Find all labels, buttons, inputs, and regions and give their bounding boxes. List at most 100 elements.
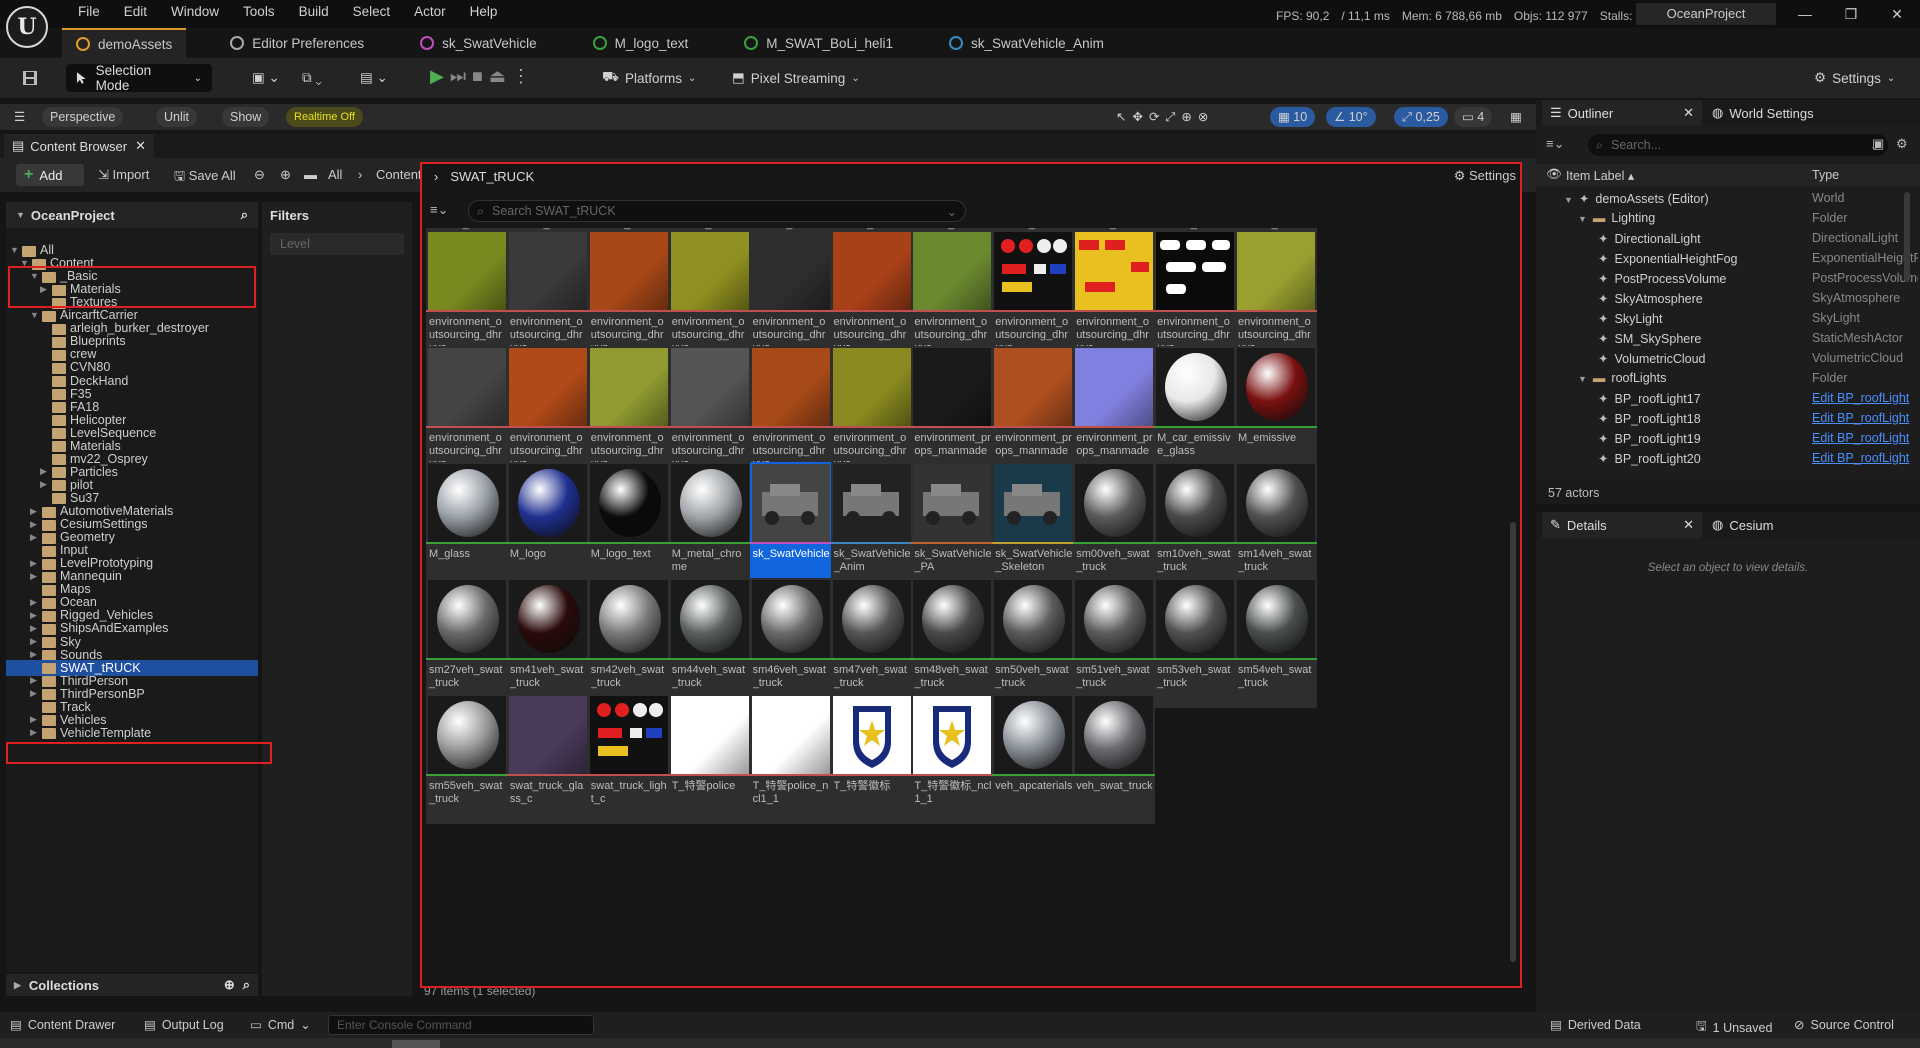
outliner-row[interactable]: ✦ SkyLight SkyLight bbox=[1536, 308, 1920, 328]
outliner-row[interactable]: ✦ BP_roofLight17 Edit BP_roofLight bbox=[1536, 388, 1920, 408]
expander-icon[interactable]: ▶ bbox=[30, 610, 38, 621]
expander-icon[interactable]: ▶ bbox=[30, 727, 38, 738]
doc-tab[interactable]: sk_SwatVehicle_Anim bbox=[935, 28, 1118, 58]
doc-tab[interactable]: sk_SwatVehicle bbox=[406, 28, 551, 58]
asset-tile[interactable]: sk_SwatVehicle_PA bbox=[911, 462, 994, 592]
expander-icon[interactable]: ▶ bbox=[30, 714, 38, 725]
asset-tile[interactable]: T_特警police bbox=[668, 694, 751, 824]
expander-icon[interactable]: ▼ bbox=[30, 271, 39, 281]
gear-icon[interactable]: ⚙ bbox=[1896, 136, 1908, 152]
breadcrumb-all[interactable]: All bbox=[328, 167, 342, 182]
import-button[interactable]: ⇲ Import bbox=[98, 167, 149, 183]
expander-icon[interactable]: ▶ bbox=[30, 506, 38, 517]
asset-tile[interactable]: environment_props_manmade_... bbox=[992, 346, 1075, 476]
menu-actor[interactable]: Actor bbox=[402, 0, 458, 24]
more-options-icon[interactable]: ⋮ bbox=[512, 66, 530, 87]
close-button[interactable]: ✕ bbox=[1874, 0, 1920, 28]
add-collection-icon[interactable]: ⊕ bbox=[224, 977, 235, 993]
expander-icon[interactable]: ▶ bbox=[30, 558, 38, 569]
cesium-tab[interactable]: ◍ Cesium bbox=[1704, 512, 1781, 538]
expander-icon[interactable]: ▶ bbox=[40, 284, 48, 295]
layout-icon[interactable]: ▦ bbox=[1502, 107, 1530, 127]
asset-tile[interactable]: sm54veh_swat_truck bbox=[1235, 578, 1317, 708]
collections-header[interactable]: ▶ Collections ⊕ ⌕ bbox=[6, 974, 258, 996]
doc-tab[interactable]: M_logo_text bbox=[579, 28, 703, 58]
asset-tile[interactable]: sm41veh_swat_truck bbox=[506, 578, 589, 708]
outliner-row[interactable]: ▼ ▬ Lighting Folder bbox=[1536, 208, 1920, 228]
asset-search-input[interactable]: ⌕ Search SWAT_tRUCK ⌄ bbox=[468, 200, 966, 222]
asset-tile[interactable]: sm27veh_swat_truck bbox=[426, 578, 508, 708]
asset-tile[interactable]: sm50veh_swat_truck bbox=[992, 578, 1075, 708]
col-type[interactable]: Type bbox=[1812, 168, 1839, 182]
unlit-button[interactable]: Unlit bbox=[156, 107, 198, 127]
derived-data-button[interactable]: ▤ Derived Data bbox=[1550, 1017, 1641, 1033]
eye-icon[interactable]: 👁 bbox=[1546, 167, 1562, 182]
asset-scrollbar[interactable] bbox=[1510, 522, 1516, 962]
history-forward-icon[interactable]: ⊕ bbox=[280, 167, 291, 183]
filter-icon[interactable]: ≡⌄ bbox=[430, 202, 448, 218]
source-control-button[interactable]: ⊘ Source Control bbox=[1794, 1017, 1894, 1033]
asset-tile[interactable]: environment_outsourcing_dhruva_... bbox=[668, 230, 751, 360]
unreal-logo-icon[interactable]: U bbox=[6, 6, 48, 48]
asset-tile[interactable]: environment_outsourcing_dhruva_... bbox=[911, 230, 994, 360]
output-log-button[interactable]: ▤ Output Log bbox=[144, 1017, 224, 1033]
menu-select[interactable]: Select bbox=[341, 0, 403, 24]
filter-icon[interactable]: ≡⌄ bbox=[1546, 136, 1564, 152]
asset-tile[interactable]: sm48veh_swat_truck bbox=[911, 578, 994, 708]
asset-tile[interactable]: swat_truck_light_c bbox=[587, 694, 670, 824]
asset-tile[interactable]: environment_outsourcing_dhruva_... bbox=[506, 346, 589, 476]
perspective-button[interactable]: Perspective bbox=[42, 107, 124, 127]
asset-tile[interactable]: sm14veh_swat_truck bbox=[1235, 462, 1317, 592]
outliner-row[interactable]: ▼ ▬ roofLights Folder bbox=[1536, 368, 1920, 388]
asset-tile[interactable]: environment_outsourcing_dhruva_... bbox=[426, 230, 508, 360]
outliner-row[interactable]: ✦ SkyAtmosphere SkyAtmosphere bbox=[1536, 288, 1920, 308]
save-icon[interactable] bbox=[14, 64, 46, 92]
step-icon[interactable]: ⏭ bbox=[450, 66, 466, 87]
asset-tile[interactable]: environment_outsourcing_dhruva_... bbox=[749, 346, 832, 476]
chevron-down-icon[interactable]: ▼ bbox=[16, 210, 25, 220]
viewport-menu-icon[interactable]: ☰ bbox=[6, 107, 33, 127]
expander-icon[interactable]: ▶ bbox=[30, 675, 38, 686]
unsaved-button[interactable]: 🖫 1 Unsaved bbox=[1696, 1017, 1772, 1038]
transform-tools[interactable]: ↖✥⟳⤢⊕⊗ bbox=[1108, 107, 1222, 127]
asset-tile[interactable]: sm46veh_swat_truck bbox=[749, 578, 832, 708]
expander-icon[interactable]: ▶ bbox=[30, 649, 38, 660]
asset-tile[interactable]: environment_outsourcing_dhruva_... bbox=[1154, 230, 1237, 360]
asset-tile[interactable]: environment_outsourcing_dhruva_... bbox=[587, 346, 670, 476]
outliner-row[interactable]: ✦ DirectionalLight DirectionalLight bbox=[1536, 228, 1920, 248]
blueprint-icon[interactable]: ⧉ ⌄ bbox=[294, 64, 330, 92]
asset-tile[interactable]: veh_swat_truck bbox=[1073, 694, 1156, 824]
asset-tile[interactable]: T_特警police_ncl1_1 bbox=[749, 694, 832, 824]
expander-icon[interactable]: ▶ bbox=[40, 466, 48, 477]
outliner-row[interactable]: ▼ ✦ demoAssets (Editor) World bbox=[1536, 188, 1920, 208]
add-button[interactable]: + Add bbox=[16, 164, 84, 186]
asset-tile[interactable]: environment_outsourcing_dhruva_... bbox=[587, 230, 670, 360]
menu-window[interactable]: Window bbox=[159, 0, 231, 24]
save-all-button[interactable]: 🖫 Save All bbox=[174, 167, 236, 189]
platforms-button[interactable]: ⛟ Platforms ⌄ bbox=[594, 64, 704, 92]
pixel-streaming-button[interactable]: ⬒ Pixel Streaming ⌄ bbox=[724, 64, 868, 92]
expander-icon[interactable]: ▶ bbox=[30, 532, 38, 543]
asset-tile[interactable]: T_特警徽标_ncl1_1 bbox=[911, 694, 994, 824]
menu-build[interactable]: Build bbox=[287, 0, 341, 24]
console-input[interactable]: Enter Console Command bbox=[328, 1015, 594, 1035]
asset-tile[interactable]: sm42veh_swat_truck bbox=[587, 578, 670, 708]
expander-icon[interactable]: ▶ bbox=[40, 479, 48, 490]
col-item-label[interactable]: Item Label ▴ bbox=[1566, 168, 1634, 183]
search-icon[interactable]: ⌕ bbox=[243, 977, 250, 993]
edit-blueprint-link[interactable]: Edit BP_roofLight bbox=[1812, 451, 1918, 465]
bottom-scroll-thumb[interactable] bbox=[392, 1040, 440, 1048]
angle-snap-button[interactable]: ∠ 10° bbox=[1326, 107, 1376, 127]
expander-icon[interactable]: ▼ bbox=[30, 310, 39, 320]
expander-icon[interactable]: ▼ bbox=[1578, 374, 1587, 384]
asset-tile[interactable]: M_glass bbox=[426, 462, 508, 592]
content-drawer-button[interactable]: ▤ Content Drawer bbox=[10, 1017, 115, 1033]
search-icon[interactable]: ⌕ bbox=[241, 207, 248, 223]
outliner-row[interactable]: ✦ PostProcessVolume PostProcessVolume bbox=[1536, 268, 1920, 288]
add-actor-icon[interactable]: ▣ ⌄ bbox=[244, 64, 288, 92]
outliner-tab[interactable]: ☰ Outliner ✕ bbox=[1542, 100, 1702, 126]
asset-tile[interactable]: sm47veh_swat_truck bbox=[830, 578, 913, 708]
asset-tile[interactable]: M_logo_text bbox=[587, 462, 670, 592]
doc-tab[interactable]: demoAssets bbox=[62, 28, 187, 58]
menu-tools[interactable]: Tools bbox=[231, 0, 287, 24]
